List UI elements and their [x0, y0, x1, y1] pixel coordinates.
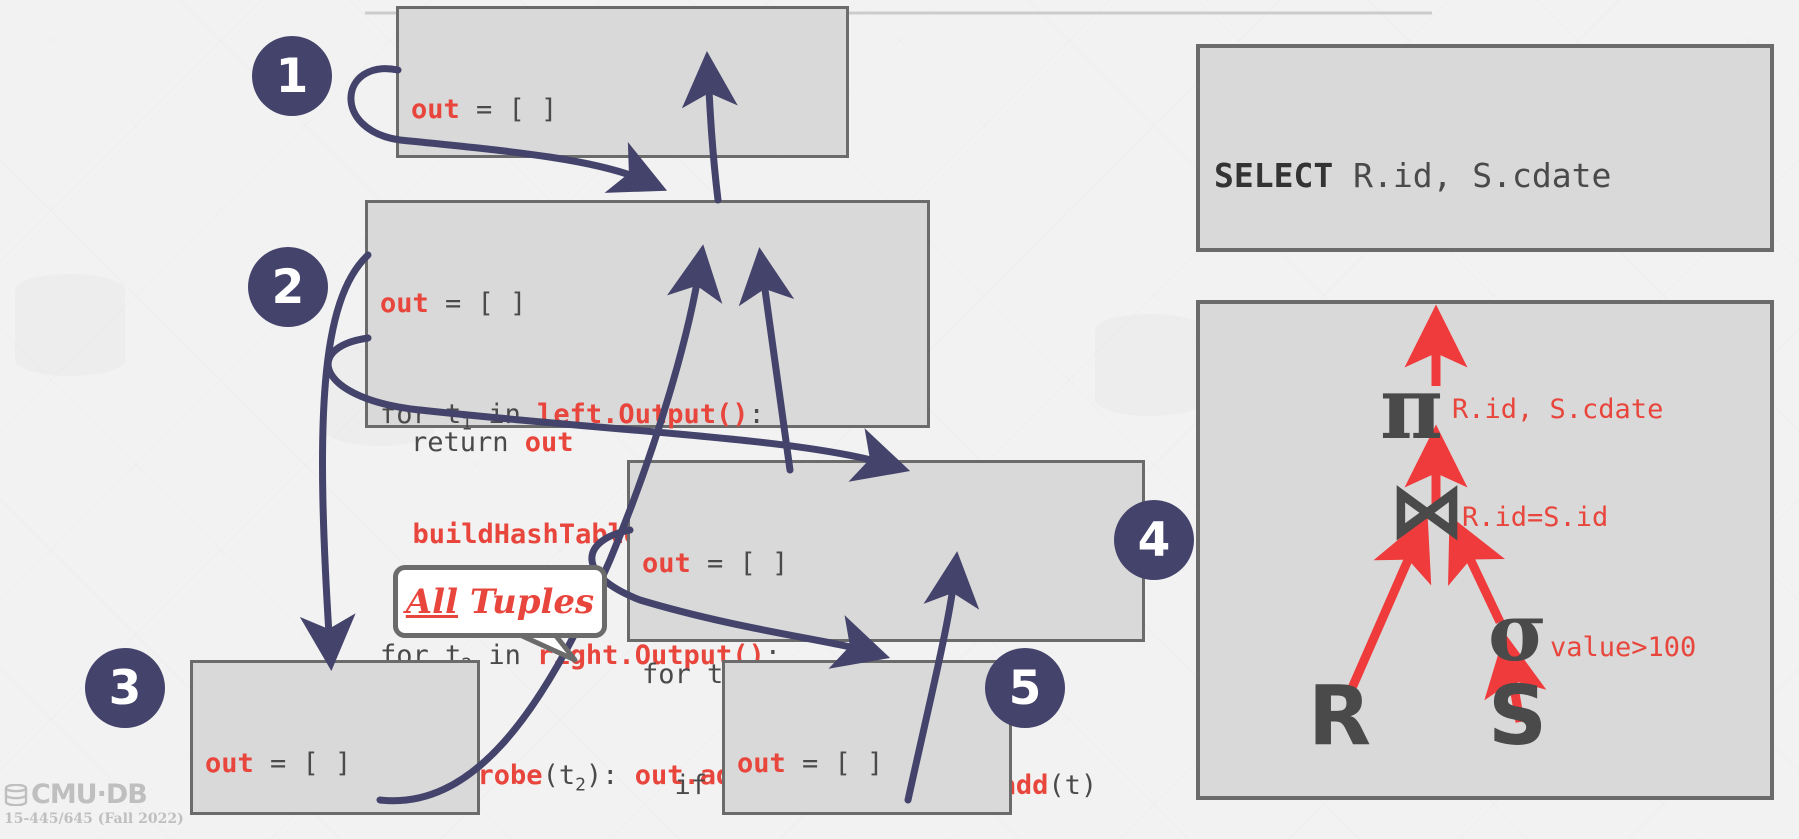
all-tuples-callout: All Tuples [393, 565, 607, 638]
slide-canvas: out = [ ] for t in child.Output(): out.a… [0, 0, 1799, 839]
code-line: out = [ ] [737, 748, 884, 779]
step-badge-2: 2 [248, 247, 328, 327]
logo-subtitle: 15-445/645 (Fall 2022) [4, 811, 184, 827]
join-label: R.id=S.id [1462, 502, 1609, 533]
operator-box-5[interactable]: out = [ ] for t in S: out.add(t) return … [722, 660, 1012, 815]
sql-query-box: SELECT R.id, S.cdate FROM R JOIN S ON R.… [1196, 44, 1774, 627]
query-plan-box: π R.id, S.cdate ⋈ R.id=S.id σ value>100 … [1196, 300, 1774, 800]
step-badge-4: 4 [1114, 500, 1194, 580]
code-line: out = [ ] [642, 548, 789, 579]
step-badge-1: 1 [252, 36, 332, 116]
logo-text: CMU·DB [31, 779, 148, 810]
table-s-symbol: S [1488, 669, 1548, 764]
code-line: out = [ ] [380, 288, 527, 319]
sql-line-select: SELECT R.id, S.cdate [1214, 156, 1612, 195]
code-line: out = [ ] [411, 94, 558, 125]
step-badge-3: 3 [85, 648, 165, 728]
operator-box-3[interactable]: out = [ ] for t in R: out.add(t) return … [190, 660, 480, 815]
code-line: out = [ ] [205, 748, 352, 779]
plan-arrows [1347, 304, 1547, 723]
step-badge-5: 5 [985, 648, 1065, 728]
operator-box-2[interactable]: out = [ ] for t1 in left.Output(): build… [365, 200, 930, 796]
logo-name-row: CMU·DB [4, 781, 184, 809]
select-label: value>100 [1550, 632, 1697, 663]
operator-box-1[interactable]: out = [ ] for t in child.Output(): out.a… [396, 6, 849, 458]
projection-label: R.id, S.cdate [1452, 394, 1664, 425]
database-icon [4, 784, 28, 806]
cmu-db-logo: CMU·DB 15-445/645 (Fall 2022) [4, 781, 184, 828]
table-r-symbol: R [1308, 669, 1372, 764]
join-symbol: ⋈ [1390, 468, 1464, 554]
operator-box-4[interactable]: out = [ ] for t in child.Output(): if ev… [627, 460, 1145, 801]
projection-symbol: π [1380, 358, 1443, 459]
code-line: for t1 in left.Output(): [380, 399, 765, 435]
select-symbol: σ [1488, 585, 1547, 679]
callout-label: All Tuples [405, 581, 595, 622]
